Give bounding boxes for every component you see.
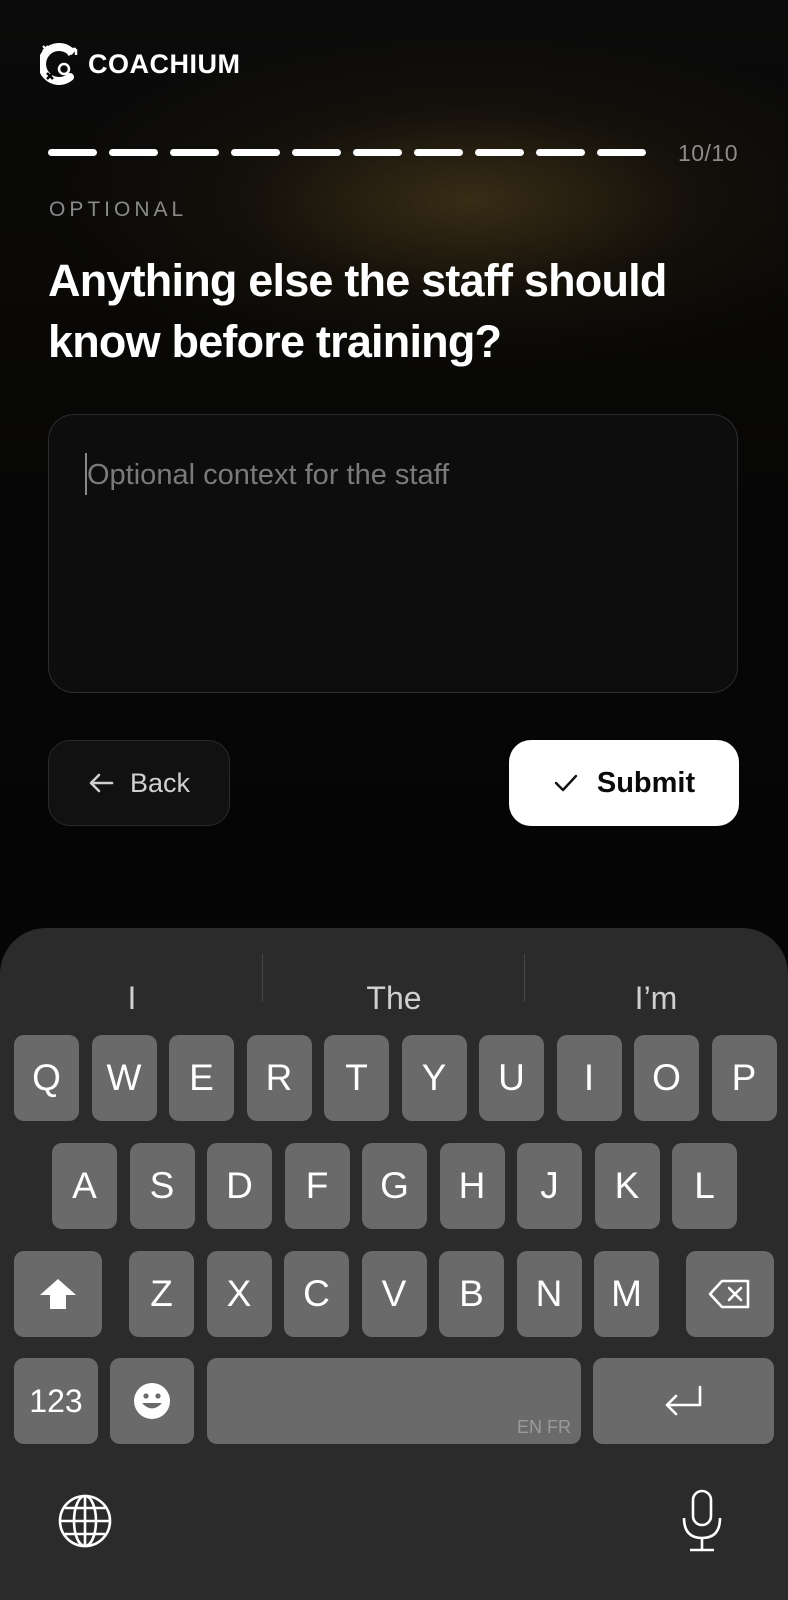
globe-icon	[58, 1494, 112, 1548]
coachium-logo-icon	[40, 43, 78, 85]
key-n[interactable]: N	[516, 1251, 582, 1337]
numbers-key[interactable]: 123	[14, 1358, 98, 1444]
suggestion-3[interactable]: I’m	[536, 980, 776, 1017]
key-d[interactable]: D	[207, 1143, 272, 1229]
suggestion-divider	[262, 954, 263, 1002]
brand-name: COACHIUM	[88, 48, 241, 79]
brand-logo: COACHIUM	[40, 43, 241, 85]
emoji-key[interactable]	[110, 1358, 194, 1444]
arrow-left-icon	[89, 773, 114, 793]
progress-segment	[414, 149, 463, 156]
key-f[interactable]: F	[284, 1143, 350, 1229]
shift-key[interactable]	[14, 1251, 102, 1337]
question-eyebrow: OPTIONAL	[49, 198, 188, 221]
context-placeholder: Optional context for the staff	[87, 459, 450, 491]
emoji-icon	[134, 1383, 170, 1419]
suggestion-2[interactable]: The	[274, 980, 514, 1017]
key-h[interactable]: H	[439, 1143, 505, 1229]
backspace-icon	[708, 1279, 750, 1309]
key-j[interactable]: J	[517, 1143, 582, 1229]
key-r[interactable]: R	[246, 1035, 312, 1121]
backspace-key[interactable]	[686, 1251, 774, 1337]
key-y[interactable]: Y	[401, 1035, 467, 1121]
key-k[interactable]: K	[594, 1143, 660, 1229]
progress-segment	[353, 149, 402, 156]
key-g[interactable]: G	[362, 1143, 427, 1229]
key-c[interactable]: C	[284, 1251, 349, 1337]
key-b[interactable]: B	[439, 1251, 504, 1337]
key-m[interactable]: M	[594, 1251, 659, 1337]
suggestion-1[interactable]: I	[12, 980, 252, 1017]
key-i[interactable]: I	[556, 1035, 622, 1121]
key-u[interactable]: U	[479, 1035, 544, 1121]
key-o[interactable]: O	[634, 1035, 699, 1121]
space-key[interactable]: EN FR	[207, 1358, 581, 1444]
microphone-key[interactable]	[680, 1488, 724, 1554]
back-button[interactable]: Back	[48, 740, 230, 826]
progress-segment	[109, 149, 158, 156]
microphone-icon	[682, 1489, 722, 1552]
key-w[interactable]: W	[91, 1035, 157, 1121]
progress-segment	[48, 149, 97, 156]
key-e[interactable]: E	[169, 1035, 234, 1121]
suggestion-divider	[524, 954, 525, 1002]
shift-icon	[40, 1279, 76, 1309]
progress-segment	[231, 149, 280, 156]
globe-key[interactable]	[57, 1493, 113, 1549]
space-language-label: EN FR	[517, 1417, 571, 1437]
progress-segment	[536, 149, 585, 156]
progress-bar	[48, 149, 646, 156]
key-p[interactable]: P	[711, 1035, 777, 1121]
key-s[interactable]: S	[129, 1143, 195, 1229]
key-q[interactable]: Q	[14, 1035, 79, 1121]
key-t[interactable]: T	[324, 1035, 389, 1121]
question-title: Anything else the staff should know befo…	[48, 255, 667, 367]
progress-segment	[597, 149, 646, 156]
check-icon	[554, 774, 578, 792]
progress-count: 10/10	[677, 140, 738, 166]
return-icon	[665, 1385, 701, 1416]
key-a[interactable]: A	[52, 1143, 117, 1229]
key-l[interactable]: L	[672, 1143, 737, 1229]
context-textarea[interactable]: Optional context for the staff	[48, 414, 738, 693]
back-label: Back	[129, 767, 191, 798]
submit-button[interactable]: Submit	[509, 740, 739, 826]
key-x[interactable]: X	[206, 1251, 272, 1337]
key-v[interactable]: V	[361, 1251, 427, 1337]
progress-segment	[475, 149, 524, 156]
submit-label: Submit	[596, 766, 696, 799]
progress-segment	[170, 149, 219, 156]
progress-segment	[292, 149, 341, 156]
return-key[interactable]	[593, 1358, 774, 1444]
key-z[interactable]: Z	[129, 1251, 194, 1337]
